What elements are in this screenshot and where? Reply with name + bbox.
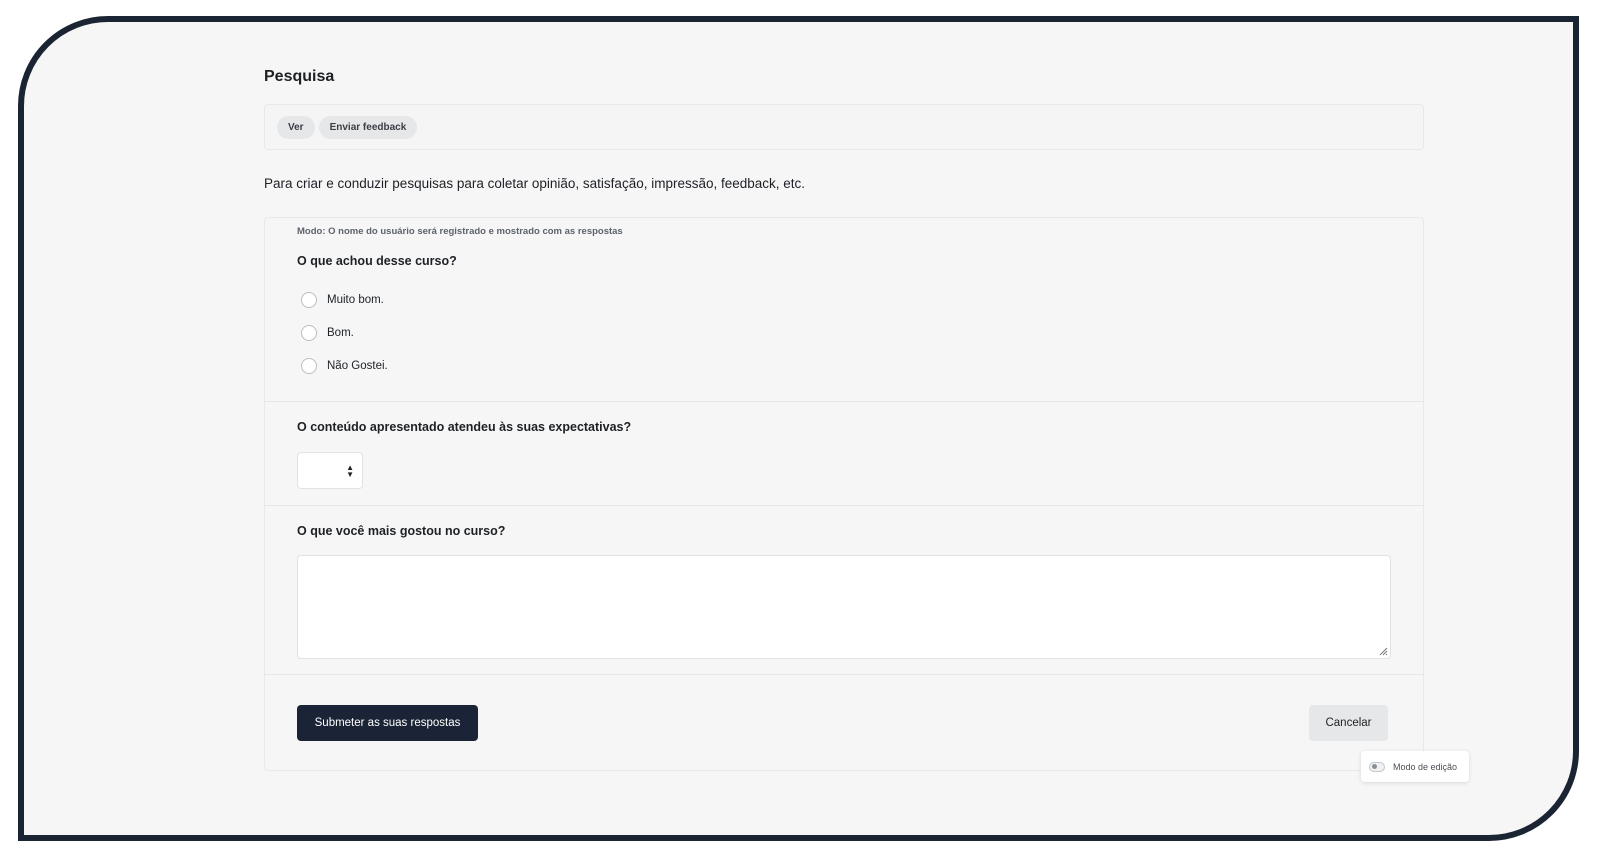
radio-button[interactable] — [301, 292, 317, 308]
radio-button[interactable] — [301, 358, 317, 374]
expectations-select[interactable]: ▲ ▼ — [297, 452, 363, 489]
question-divider — [265, 505, 1423, 506]
submit-button[interactable]: Submeter as suas respostas — [297, 705, 478, 741]
mode-note: Modo: O nome do usuário será registrado … — [297, 226, 623, 237]
radio-label: Bom. — [327, 327, 354, 339]
question-2-title: O conteúdo apresentado atendeu às suas e… — [297, 420, 632, 434]
app-frame: Pesquisa Ver Enviar feedback Para criar … — [18, 16, 1579, 841]
page-title: Pesquisa — [264, 68, 335, 85]
toggle-switch-icon[interactable] — [1369, 761, 1385, 772]
feedback-form: Modo: O nome do usuário será registrado … — [264, 217, 1424, 771]
radio-label: Muito bom. — [327, 294, 384, 306]
select-arrows-icon: ▲ ▼ — [346, 463, 354, 479]
edit-mode-toggle[interactable]: Modo de edição — [1361, 751, 1469, 782]
resize-handle-icon[interactable] — [1378, 646, 1388, 656]
radio-option-muito-bom[interactable]: Muito bom. — [301, 292, 384, 308]
tab-ver[interactable]: Ver — [277, 115, 315, 139]
tab-enviar-feedback[interactable]: Enviar feedback — [318, 115, 418, 139]
form-actions-divider — [265, 674, 1423, 675]
question-3-title: O que você mais gostou no curso? — [297, 524, 506, 538]
cancel-button[interactable]: Cancelar — [1309, 705, 1388, 741]
toggle-knob — [1372, 764, 1377, 769]
liked-most-textarea[interactable] — [297, 555, 1391, 659]
radio-option-nao-gostei[interactable]: Não Gostei. — [301, 358, 388, 374]
question-divider — [265, 401, 1423, 402]
edit-mode-label: Modo de edição — [1393, 761, 1458, 772]
radio-option-bom[interactable]: Bom. — [301, 325, 354, 341]
page-description: Para criar e conduzir pesquisas para col… — [264, 176, 806, 191]
question-1-title: O que achou desse curso? — [297, 254, 457, 268]
radio-label: Não Gostei. — [327, 360, 388, 372]
radio-button[interactable] — [301, 325, 317, 341]
secondary-navigation: Ver Enviar feedback — [264, 104, 1424, 150]
